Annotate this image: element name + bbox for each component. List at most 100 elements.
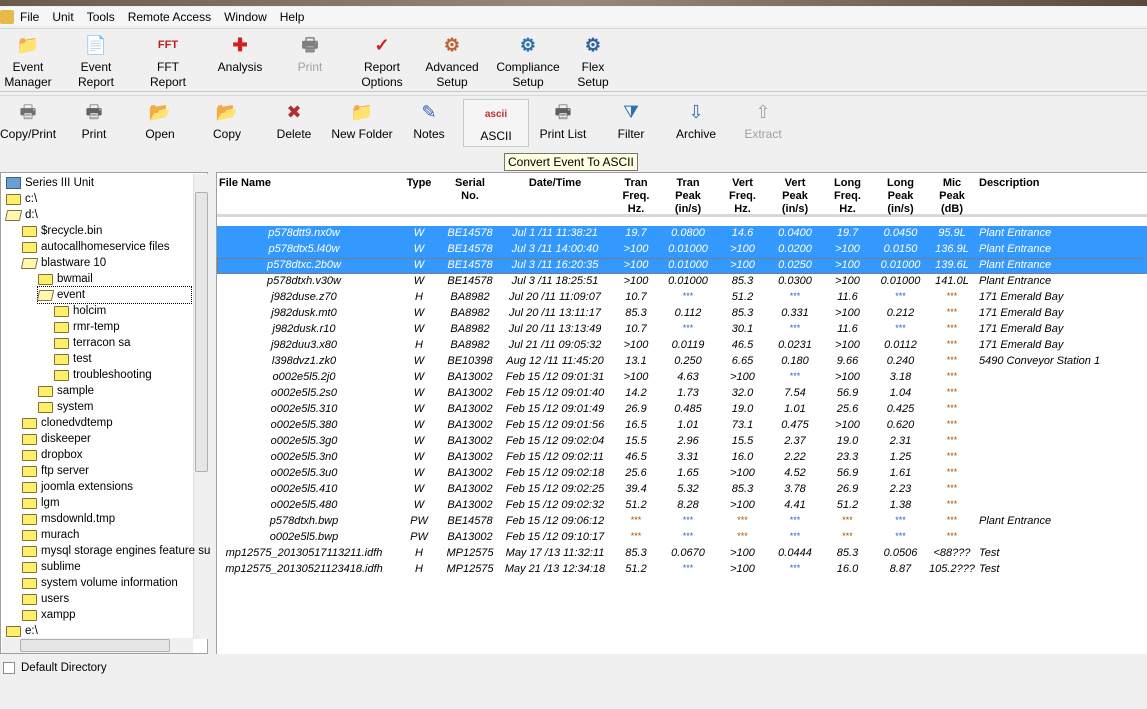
table-row[interactable]: o002e5l5.480 W BA13002 Feb 15 /12 09:02:32 5… [217, 498, 1147, 514]
tree-item-bwmail[interactable]: bwmail [38, 271, 93, 287]
tree-item-system-volume-information[interactable]: system volume information [22, 575, 178, 591]
tree-item-murach[interactable]: murach [22, 527, 79, 543]
column-header-description[interactable]: Description [979, 177, 1147, 190]
table-row[interactable]: o002e5l5.bwp PW BA13002 Feb 15 /12 09:10:17… [217, 530, 1147, 546]
table-row[interactable]: l398dvz1.zk0 W BE10398 Aug 12 /11 11:45:20 1… [217, 354, 1147, 370]
column-header-type[interactable]: Type [397, 177, 441, 190]
default-directory[interactable]: Default Directory [0, 662, 107, 674]
tree-item-terracon-sa[interactable]: terracon sa [54, 335, 131, 351]
tree-item-troubleshooting[interactable]: troubleshooting [54, 367, 152, 383]
printer-icon: 🖶 [301, 34, 319, 55]
scroll-thumb[interactable] [20, 639, 170, 652]
column-header-vert-freq[interactable]: Vert Freq. Hz. [716, 177, 769, 216]
menu-help[interactable]: Help [280, 10, 305, 24]
tree-horizontal-scrollbar[interactable] [2, 638, 193, 653]
column-header-file-name[interactable]: File Name [219, 177, 389, 190]
table-row[interactable]: p578dtxc.2b0w W BE14578 Jul 3 /11 16:20:35 >… [217, 258, 1147, 274]
table-row[interactable]: mp12575_20130521123418.idfh H MP12575 May 2… [217, 562, 1147, 578]
tree-item-dropbox[interactable]: dropbox [22, 447, 83, 463]
table-row[interactable]: o002e5l5.410 W BA13002 Feb 15 /12 09:02:25 3… [217, 482, 1147, 498]
tree-item-label: $recycle.bin [41, 225, 103, 237]
toolbar-button-ascii[interactable]: ascii ASCII [463, 99, 529, 147]
toolbar-button-new-folder[interactable]: 📁 New Folder [328, 98, 396, 142]
table-row[interactable]: o002e5l5.2j0 W BA13002 Feb 15 /12 09:01:31 >… [217, 370, 1147, 386]
toolbar-button-advanced-setup[interactable]: ⚙ Advanced Setup [418, 31, 486, 90]
column-header-serial[interactable]: Serial No. [441, 177, 499, 203]
toolbar-button-extract[interactable]: ⇧ Extract [731, 98, 795, 142]
tree-item-rmr-temp[interactable]: rmr-temp [54, 319, 120, 335]
table-row[interactable]: p578dtxh.bwp PW BE14578 Feb 15 /12 09:06:12… [217, 514, 1147, 530]
toolbar-button-filter[interactable]: ⧩ Filter [598, 98, 664, 142]
tree-item-msdownld-tmp[interactable]: msdownld.tmp [22, 511, 115, 527]
toolbar-button-delete[interactable]: ✖ Delete [260, 98, 328, 142]
folder-tree[interactable]: Series III Unit c:\ d:\ $recycle.bin autocal… [0, 172, 210, 654]
table-row[interactable]: mp12575_20130517113211.idfh H MP12575 May 1… [217, 546, 1147, 562]
tree-item-blastware-10[interactable]: blastware 10 [20, 255, 106, 271]
table-row[interactable]: j982duu3.x80 H BA8982 Jul 21 /11 09:05:32 >1… [217, 338, 1147, 354]
menu-remote-access[interactable]: Remote Access [128, 10, 211, 24]
menu-file[interactable]: File [20, 10, 39, 24]
tree-item-holcim[interactable]: holcim [54, 303, 106, 319]
table-row[interactable]: p578dtx5.l40w W BE14578 Jul 3 /11 14:00:40 >… [217, 242, 1147, 258]
tree-item-test[interactable]: test [54, 351, 92, 367]
table-row[interactable]: o002e5l5.310 W BA13002 Feb 15 /12 09:01:49 2… [217, 402, 1147, 418]
toolbar-button-analysis[interactable]: ✚ Analysis [205, 31, 275, 75]
tree-item--recycle-bin[interactable]: $recycle.bin [22, 223, 102, 239]
toolbar-button-fft-report[interactable]: FFT FFT Report [134, 31, 202, 90]
tree-item-event[interactable]: event [36, 286, 192, 304]
tree-item-c-[interactable]: c:\ [6, 191, 37, 207]
table-row[interactable]: o002e5l5.3g0 W BA13002 Feb 15 /12 09:02:04 1… [217, 434, 1147, 450]
tree-item-clonedvdtemp[interactable]: clonedvdtemp [22, 415, 113, 431]
table-row[interactable]: o002e5l5.3u0 W BA13002 Feb 15 /12 09:02:18 2… [217, 466, 1147, 482]
tree-vertical-scrollbar[interactable] [193, 174, 208, 639]
tree-item-label: event [57, 289, 86, 301]
tree-item-d-[interactable]: d:\ [4, 207, 38, 223]
column-header-long-freq[interactable]: Long Freq. Hz. [821, 177, 874, 216]
tree-item-lgm[interactable]: lgm [22, 495, 60, 511]
table-row[interactable]: p578dtt9.nx0w W BE14578 Jul 1 /11 11:38:21 1… [217, 226, 1147, 242]
tree-item-diskeeper[interactable]: diskeeper [22, 431, 91, 447]
toolbar-button-copy-print[interactable]: 🖶 Copy/Print [0, 98, 56, 142]
toolbar-button-notes[interactable]: ✎ Notes [400, 98, 458, 142]
table-row[interactable]: o002e5l5.3n0 W BA13002 Feb 15 /12 09:02:11 4… [217, 450, 1147, 466]
column-header-tran-freq[interactable]: Tran Freq. Hz. [611, 177, 661, 216]
table-row[interactable]: o002e5l5.380 W BA13002 Feb 15 /12 09:01:56 1… [217, 418, 1147, 434]
toolbar-button-archive[interactable]: ⇩ Archive [664, 98, 728, 142]
tree-item-xampp[interactable]: xampp [22, 607, 76, 623]
scroll-thumb[interactable] [195, 192, 208, 472]
toolbar-button-event-manager[interactable]: 📁 Event Manager [0, 31, 56, 90]
toolbar-button-open[interactable]: 📂 Open [128, 98, 192, 142]
column-header-tran-peak[interactable]: Tran Peak (in/s) [661, 177, 715, 216]
toolbar-button-print-list[interactable]: 🖶 Print List [531, 98, 595, 142]
tree-item-system[interactable]: system [38, 399, 93, 415]
tree-item-series-iii-unit[interactable]: Series III Unit [6, 175, 94, 191]
tree-item-sample[interactable]: sample [38, 383, 94, 399]
tree-item-joomla-extensions[interactable]: joomla extensions [22, 479, 133, 495]
tree-item-users[interactable]: users [22, 591, 69, 607]
tree-item-sublime[interactable]: sublime [22, 559, 81, 575]
table-row[interactable]: j982dusk.r10 W BA8982 Jul 20 /11 13:13:49 10… [217, 322, 1147, 338]
toolbar-button-compliance-setup[interactable]: ⚙ Compliance Setup [490, 31, 566, 90]
table-row[interactable]: j982dusk.mt0 W BA8982 Jul 20 /11 13:11:17 85… [217, 306, 1147, 322]
toolbar-button-print[interactable]: 🖶 Print [68, 98, 120, 142]
tree-item-autocallhomeservice-files[interactable]: autocallhomeservice files [22, 239, 169, 255]
table-row[interactable]: o002e5l5.2s0 W BA13002 Feb 15 /12 09:01:40 1… [217, 386, 1147, 402]
toolbar-button-flex-setup[interactable]: ⚙ Flex Setup [560, 31, 626, 90]
default-directory-checkbox[interactable] [3, 662, 15, 674]
column-header-vert-peak[interactable]: Vert Peak (in/s) [769, 177, 821, 216]
table-row[interactable]: p578dtxh.v30w W BE14578 Jul 3 /11 18:25:51 >… [217, 274, 1147, 290]
tree-item-ftp-server[interactable]: ftp server [22, 463, 89, 479]
column-header-date-time[interactable]: Date/Time [499, 177, 611, 190]
table-row[interactable]: j982duse.z70 H BA8982 Jul 20 /11 11:09:07 10… [217, 290, 1147, 306]
tree-item-mysql-storage-engines-feature-su[interactable]: mysql storage engines feature su [22, 543, 210, 559]
toolbar-button-print[interactable]: 🖶 Print [275, 31, 345, 75]
column-header-mic[interactable]: Mic Peak (dB) [927, 177, 977, 216]
toolbar-button-copy[interactable]: 📂 Copy [195, 98, 259, 142]
tree-item-e-[interactable]: e:\ [6, 623, 38, 639]
menu-unit[interactable]: Unit [52, 10, 73, 24]
menu-tools[interactable]: Tools [87, 10, 115, 24]
column-header-long-peak[interactable]: Long Peak (in/s) [874, 177, 927, 216]
toolbar-button-report-options[interactable]: ✓ Report Options [346, 31, 418, 90]
toolbar-button-event-report[interactable]: 📄 Event Report [62, 31, 130, 90]
menu-window[interactable]: Window [224, 10, 267, 24]
